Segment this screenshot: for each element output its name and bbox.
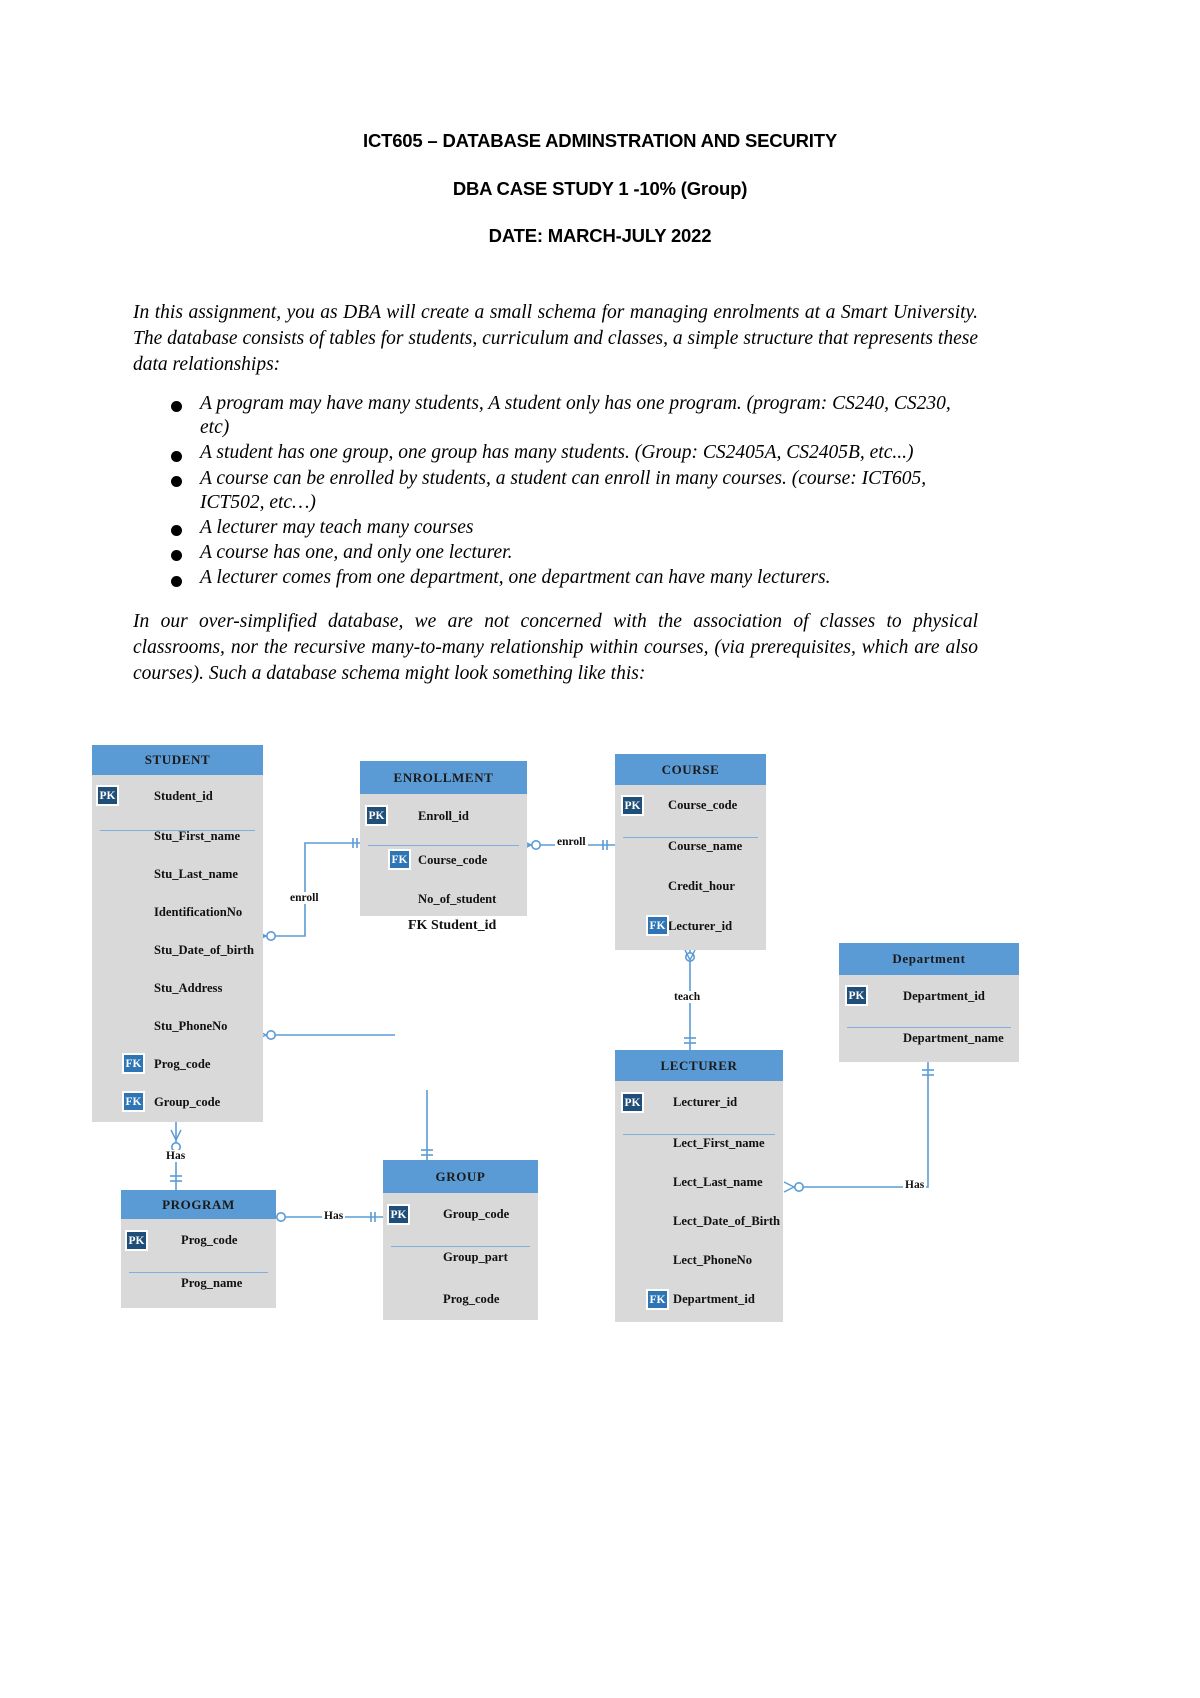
attribute-row: Course_name	[615, 826, 766, 867]
entity-course-title: COURSE	[615, 754, 766, 785]
pk-badge: PK	[845, 985, 868, 1006]
pk-badge: PK	[621, 1092, 644, 1113]
attribute-label: Lecturer_id	[673, 1095, 738, 1109]
attribute-row: Credit_hour	[615, 867, 766, 906]
entity-student-title: STUDENT	[92, 745, 263, 775]
entity-enrollment-title: ENROLLMENT	[360, 761, 527, 794]
entity-program[interactable]: PROGRAM PK Prog_code Prog_name	[121, 1190, 276, 1308]
attribute-row: Lect_PhoneNo	[615, 1241, 783, 1280]
attribute-row: Group_part	[383, 1236, 538, 1278]
attribute-row: FK Lecturer_id	[615, 906, 766, 946]
attribute-label: Group_code	[443, 1207, 510, 1221]
attribute-label: Group_part	[443, 1249, 508, 1264]
relationship-label-enrollment-course: enroll	[555, 836, 588, 848]
fk-badge: FK	[122, 1091, 145, 1112]
pk-badge: PK	[621, 795, 644, 816]
attribute-label: Course_name	[668, 839, 743, 853]
attribute-label: Group_code	[154, 1094, 221, 1109]
attribute-label: Lect_Last_name	[673, 1175, 763, 1189]
attribute-row: Prog_code	[383, 1278, 538, 1320]
attribute-label: Department_name	[903, 1030, 1004, 1045]
attribute-row: Lect_Last_name	[615, 1163, 783, 1202]
fk-badge: FK	[646, 915, 669, 936]
attribute-label: Lecturer_id	[668, 918, 733, 933]
attribute-row: Stu_First_name	[92, 817, 263, 855]
attribute-row: Department_name	[839, 1017, 1019, 1059]
attribute-label: No_of_student	[418, 891, 497, 906]
attribute-row: PK Prog_code	[121, 1219, 276, 1262]
attribute-row: Stu_Date_of_birth	[92, 931, 263, 969]
relationship-label-program-group: Has	[322, 1210, 346, 1222]
pk-badge: PK	[125, 1230, 148, 1251]
entity-student[interactable]: STUDENT PK Student_id Stu_First_name Stu…	[92, 745, 263, 1122]
attribute-label: Department_id	[903, 988, 985, 1003]
attribute-label: Enroll_id	[418, 808, 469, 823]
attribute-label: Stu_Last_name	[154, 866, 238, 881]
pk-badge: PK	[387, 1204, 410, 1225]
attribute-label: Prog_name	[181, 1276, 243, 1290]
fk-badge: FK	[388, 849, 411, 870]
attribute-row: FK Course_code	[360, 838, 527, 882]
attribute-label: Lect_Date_of_Birth	[673, 1214, 781, 1228]
entity-lecturer-title: LECTURER	[615, 1050, 783, 1081]
relationship-label-student-enrollment: enroll	[288, 892, 321, 904]
attribute-row: IdentificationNo	[92, 893, 263, 931]
attribute-row: FK Group_code	[92, 1083, 263, 1121]
attribute-label: Stu_First_name	[154, 828, 241, 843]
attribute-label: Stu_Address	[154, 980, 223, 995]
attribute-label: Prog_code	[154, 1056, 211, 1071]
pk-badge: PK	[365, 805, 388, 826]
entity-department-title: Department	[839, 943, 1019, 975]
attribute-label: Student_id	[154, 788, 213, 803]
attribute-label: Stu_PhoneNo	[154, 1018, 228, 1033]
entity-enrollment[interactable]: ENROLLMENT PK Enroll_id FK Course_code N…	[360, 761, 527, 916]
attribute-row: Lect_First_name	[615, 1124, 783, 1163]
entity-department[interactable]: Department PK Department_id Department_n…	[839, 943, 1019, 1062]
attribute-row: FK Prog_code	[92, 1045, 263, 1083]
pk-badge: PK	[96, 785, 119, 806]
attribute-label: Lect_PhoneNo	[673, 1253, 753, 1267]
attribute-row: No_of_student	[360, 882, 527, 916]
attribute-row: Stu_PhoneNo	[92, 1007, 263, 1045]
relationship-label-lecturer-department: Has	[903, 1179, 927, 1191]
attribute-label: Stu_Date_of_birth	[154, 942, 255, 957]
attribute-label: Prog_code	[181, 1233, 238, 1247]
attribute-row: Stu_Last_name	[92, 855, 263, 893]
document-page: ICT605 – DATABASE ADMINSTRATION AND SECU…	[0, 0, 1200, 1698]
attribute-row: PK Department_id	[839, 975, 1019, 1017]
attribute-row: PK Course_code	[615, 785, 766, 826]
attribute-row: Stu_Address	[92, 969, 263, 1007]
relationship-label-course-lecturer: teach	[672, 991, 703, 1003]
entity-course[interactable]: COURSE PK Course_code Course_name Credit…	[615, 754, 766, 950]
attribute-row: FK Department_id	[615, 1280, 783, 1319]
attribute-label: Lect_First_name	[673, 1136, 765, 1150]
attribute-row: PK Enroll_id	[360, 794, 527, 838]
attribute-label: Credit_hour	[668, 879, 735, 893]
attribute-row: PK Lecturer_id	[615, 1081, 783, 1124]
attribute-row: Lect_Date_of_Birth	[615, 1202, 783, 1241]
entity-program-title: PROGRAM	[121, 1190, 276, 1219]
entity-group-title: GROUP	[383, 1160, 538, 1193]
attribute-label: Prog_code	[443, 1291, 500, 1306]
attribute-label: Course_code	[668, 798, 738, 812]
entity-lecturer[interactable]: LECTURER PK Lecturer_id Lect_First_name …	[615, 1050, 783, 1322]
attribute-label: IdentificationNo	[154, 904, 243, 919]
attribute-row: PK Student_id	[92, 775, 263, 817]
fk-badge: FK	[122, 1053, 145, 1074]
fk-badge: FK	[646, 1289, 669, 1310]
enrollment-student-fk-note: FK Student_id	[408, 918, 497, 933]
attribute-row: PK Group_code	[383, 1193, 538, 1236]
relationship-label-student-program: Has	[164, 1150, 188, 1162]
attribute-row: Prog_name	[121, 1262, 276, 1305]
er-diagram: STUDENT PK Student_id Stu_First_name Stu…	[0, 0, 1200, 1698]
entity-group[interactable]: GROUP PK Group_code Group_part Prog_code	[383, 1160, 538, 1320]
attribute-label: Course_code	[418, 852, 488, 867]
attribute-label: Department_id	[673, 1292, 755, 1306]
